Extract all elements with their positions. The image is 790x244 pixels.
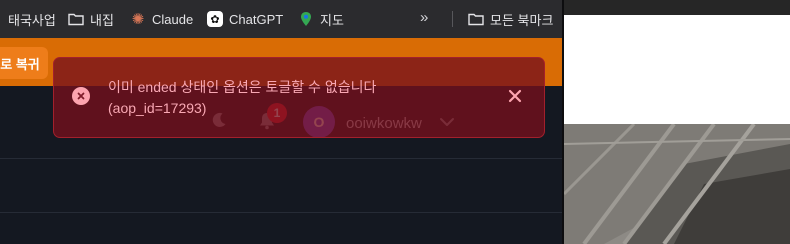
folder-icon	[468, 11, 484, 27]
bookmark-my-home[interactable]: 내집	[68, 10, 114, 28]
toast-message-line: 이미 ended 상태인 옵션은 토글할 수 없습니다	[108, 79, 377, 95]
bookmarks-divider	[452, 11, 453, 27]
bookmark-thai-business[interactable]: 태국사업	[0, 10, 56, 28]
close-icon[interactable]	[508, 89, 522, 108]
toast-message: 이미 ended 상태인 옵션은 토글할 수 없습니다 (aop_id=1729…	[108, 77, 438, 119]
bookmark-label: 내집	[90, 12, 114, 28]
chatgpt-icon: ✿	[207, 11, 223, 27]
restore-button[interactable]: 로 복귀	[0, 47, 48, 79]
bookmark-claude[interactable]: ✺ Claude	[130, 10, 194, 28]
maps-icon	[298, 11, 314, 27]
background-window	[564, 0, 790, 244]
folder-icon	[68, 11, 84, 27]
bookmark-maps[interactable]: 지도	[298, 10, 344, 28]
row-divider	[0, 158, 562, 159]
bookmark-label: 태국사업	[8, 12, 56, 28]
toast-message-line: (aop_id=17293)	[108, 100, 207, 116]
bookmarks-overflow-button[interactable]: »	[420, 9, 428, 26]
error-icon	[72, 87, 90, 105]
bookmark-chatgpt[interactable]: ✿ ChatGPT	[207, 10, 283, 28]
background-photo	[564, 124, 790, 244]
bookmarks-bar: 태국사업 내집 ✺ Claude ✿ ChatGPT 지도 » 모든 북마크	[0, 0, 562, 38]
browser-window: 태국사업 내집 ✺ Claude ✿ ChatGPT 지도 » 모든 북마크 로…	[0, 0, 562, 244]
claude-icon: ✺	[131, 11, 145, 28]
bookmark-label: Claude	[152, 11, 194, 27]
error-toast: 이미 ended 상태인 옵션은 토글할 수 없습니다 (aop_id=1729…	[53, 57, 545, 138]
row-divider	[0, 212, 562, 213]
all-bookmarks-button[interactable]: 모든 북마크	[468, 10, 553, 28]
bookmark-favicon	[0, 11, 2, 27]
bookmark-label: 지도	[320, 12, 344, 28]
background-window-titlebar	[564, 0, 790, 15]
bookmark-label: 모든 북마크	[490, 12, 554, 28]
bookmark-label: ChatGPT	[229, 11, 284, 27]
